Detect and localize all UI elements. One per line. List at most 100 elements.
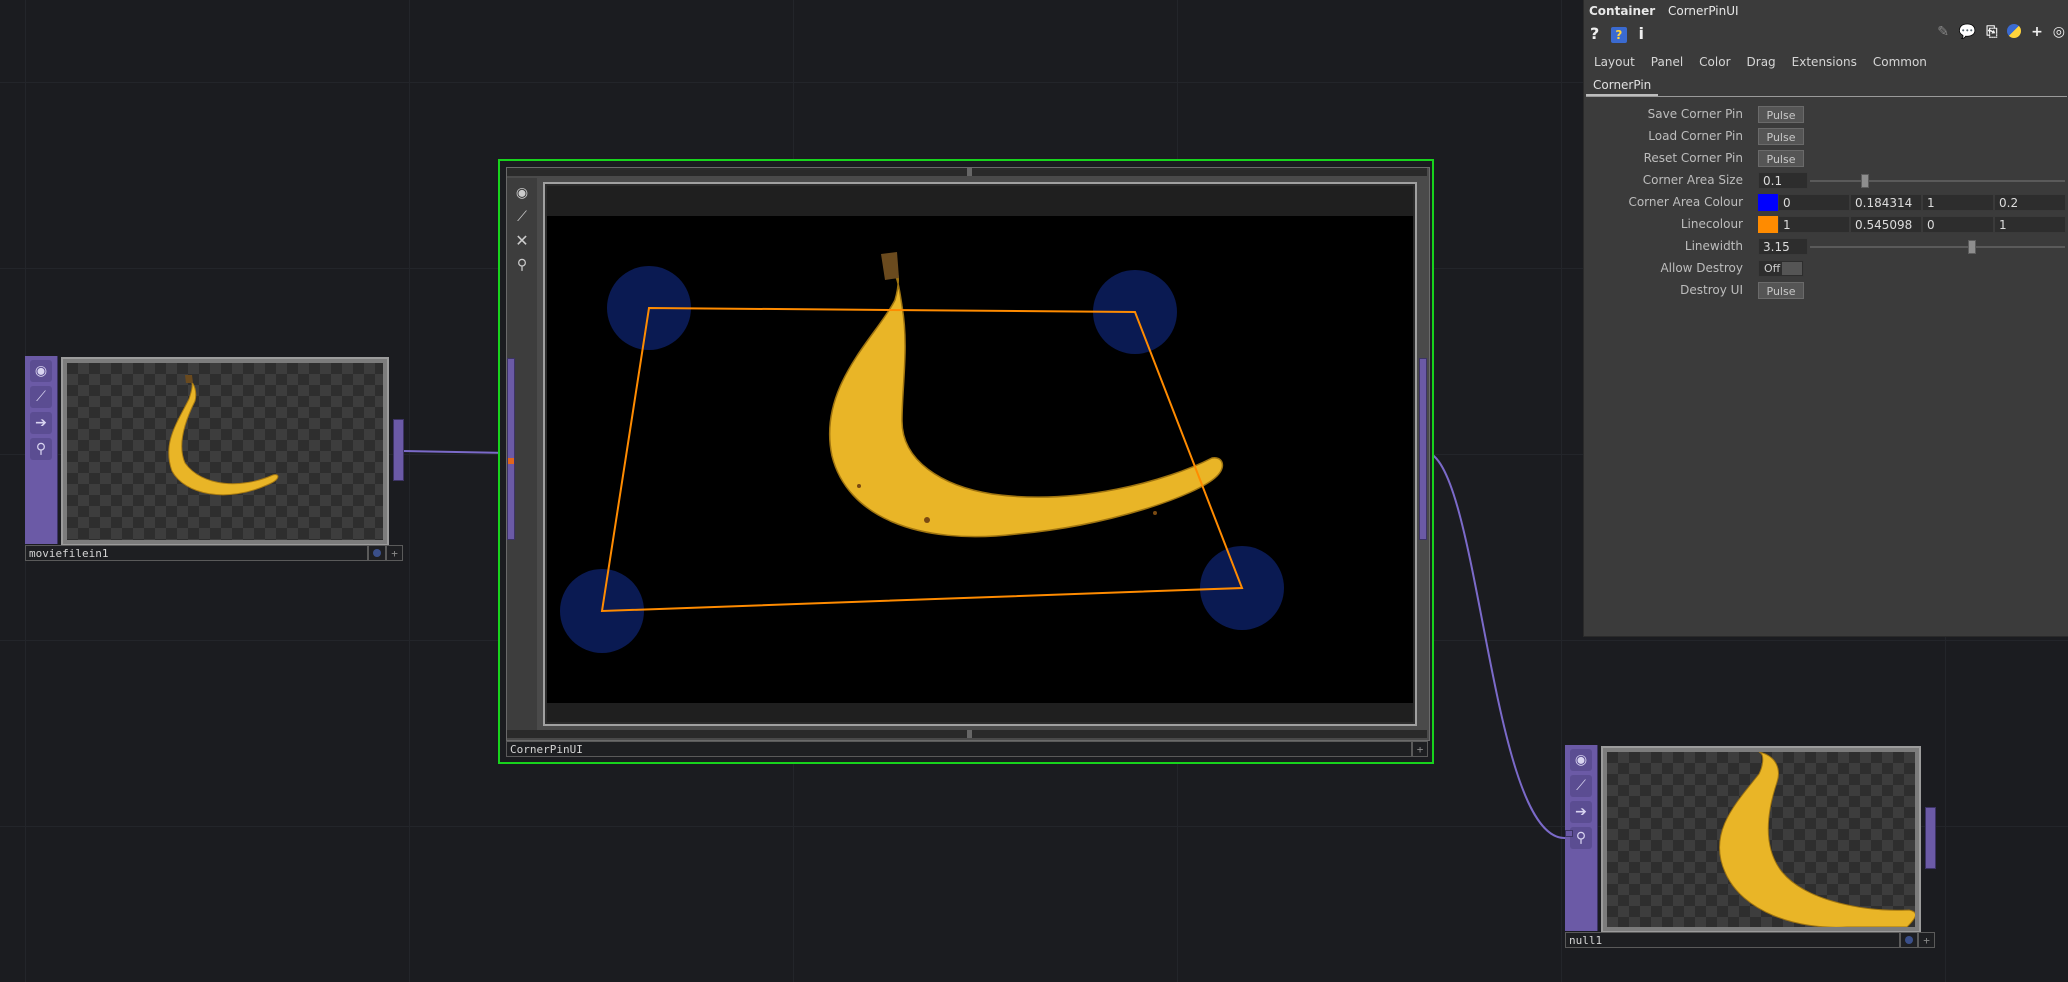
plus-icon: +: [391, 547, 398, 560]
param-allow-destroy: Allow Destroy Off: [1584, 259, 2068, 279]
node-expand[interactable]: +: [386, 545, 403, 561]
viewer-icon[interactable]: ◉: [511, 182, 533, 204]
tab-layout[interactable]: Layout: [1586, 52, 1643, 72]
corner-area-colour-r[interactable]: 0: [1778, 194, 1850, 211]
slider-handle[interactable]: [1968, 240, 1976, 254]
viewer-dot-icon: [373, 549, 381, 557]
help-icon[interactable]: ?: [1590, 24, 1599, 43]
linecolour-g[interactable]: 0.545098: [1850, 216, 1922, 233]
top-scrollbar[interactable]: [507, 168, 1427, 176]
tab-drag[interactable]: Drag: [1739, 52, 1784, 72]
param-corner-area-size: Corner Area Size 0.1: [1584, 171, 2068, 191]
node-name-bar[interactable]: null1: [1565, 932, 1900, 948]
param-label: Allow Destroy: [1660, 261, 1743, 275]
tab-common[interactable]: Common: [1865, 52, 1935, 72]
linecolour-r[interactable]: 1: [1778, 216, 1850, 233]
bypass-icon[interactable]: ⟋: [511, 206, 533, 228]
bypass-icon[interactable]: ⟋: [1570, 775, 1592, 797]
cornerpin-viewport[interactable]: [543, 182, 1417, 726]
param-label: Corner Area Size: [1642, 173, 1743, 187]
corner-area-size-slider[interactable]: [1810, 180, 2065, 182]
node-viewer[interactable]: [1601, 746, 1921, 933]
slider-handle[interactable]: [1861, 174, 1869, 188]
toolbar-right: ✎ 💬 ⎘ + ◎: [1937, 24, 2065, 44]
param-destroy-ui: Destroy UI Pulse: [1584, 281, 2068, 301]
corner-pin-quad: [600, 306, 1244, 613]
node-viewer-toggle[interactable]: [1900, 932, 1918, 948]
corner-area-colour-g[interactable]: 0.184314: [1850, 194, 1922, 211]
viewer-icon[interactable]: ◉: [1570, 749, 1592, 771]
node-name-bar[interactable]: moviefilein1: [25, 545, 368, 561]
corner-area-colour-a[interactable]: 0.2: [1994, 194, 2066, 211]
close-icon[interactable]: ✕: [511, 230, 533, 252]
node-cornerpinui[interactable]: ◉ ⟋ ✕ ⚲ CornerPinUI +: [498, 159, 1434, 764]
node-expand[interactable]: +: [1918, 932, 1935, 948]
python-icon[interactable]: [2007, 24, 2022, 38]
param-label: Linewidth: [1684, 239, 1743, 253]
corner-area-colour-swatch[interactable]: [1758, 194, 1778, 211]
clone-icon[interactable]: ⎘: [1986, 24, 1997, 40]
reset-corner-pin-button[interactable]: Pulse: [1758, 150, 1804, 167]
destroy-ui-button[interactable]: Pulse: [1758, 282, 1804, 299]
save-corner-pin-button[interactable]: Pulse: [1758, 106, 1804, 123]
linecolour-b[interactable]: 0: [1922, 216, 1994, 233]
tab-cornerpin[interactable]: CornerPin: [1586, 76, 1659, 96]
linewidth-field[interactable]: 3.15: [1758, 238, 1808, 255]
tab-panel[interactable]: Panel: [1643, 52, 1691, 72]
input-connector[interactable]: [507, 358, 515, 540]
cook-lock-icon[interactable]: ⚲: [511, 254, 533, 276]
corner-area-size-field[interactable]: 0.1: [1758, 172, 1808, 189]
operator-name[interactable]: CornerPinUI: [1668, 4, 1739, 18]
wire-cornerpin-to-null: [1425, 451, 1566, 840]
param-load-corner-pin: Load Corner Pin Pulse: [1584, 127, 2068, 147]
output-connector[interactable]: [1925, 807, 1936, 869]
output-connector[interactable]: [1419, 358, 1427, 540]
target-icon[interactable]: ◎: [2053, 24, 2065, 40]
corner-area-colour-b[interactable]: 1: [1922, 194, 1994, 211]
viewer-icon[interactable]: ◉: [30, 360, 52, 382]
param-reset-corner-pin: Reset Corner Pin Pulse: [1584, 149, 2068, 169]
cook-lock-icon[interactable]: ⚲: [30, 438, 52, 460]
node-moviefilein1[interactable]: ◉ ⟋ ➔ ⚲ moviefilein1 +: [25, 356, 404, 563]
param-linecolour: Linecolour 1 0.545098 0 1: [1584, 215, 2068, 235]
param-label: Corner Area Colour: [1628, 195, 1743, 209]
node-null1[interactable]: ◉ ⟋ ➔ ⚲ null1 +: [1565, 745, 1936, 950]
letterbox-bottom: [547, 703, 1413, 722]
comment-icon[interactable]: 💬: [1959, 24, 1976, 40]
param-corner-area-colour: Corner Area Colour 0 0.184314 1 0.2: [1584, 193, 2068, 213]
linewidth-slider[interactable]: [1810, 246, 2065, 248]
linecolour-swatch[interactable]: [1758, 216, 1778, 233]
node-expand[interactable]: +: [1412, 741, 1428, 757]
node-viewer-toggle[interactable]: [368, 545, 386, 561]
arrow-right-icon[interactable]: ➔: [1570, 801, 1592, 823]
custom-page-tabs: CornerPin: [1586, 76, 2067, 97]
bottom-scrollbar[interactable]: [507, 730, 1427, 738]
output-connector[interactable]: [393, 419, 404, 481]
input-connector[interactable]: [1565, 830, 1573, 837]
banana-image: [168, 375, 279, 496]
node-operator-strip: ◉ ⟋ ➔ ⚲: [1565, 745, 1598, 931]
node-viewer[interactable]: [61, 357, 389, 546]
add-icon[interactable]: +: [2031, 24, 2043, 40]
plus-icon: +: [1923, 934, 1930, 947]
scroll-handle[interactable]: [967, 730, 972, 738]
linecolour-a[interactable]: 1: [1994, 216, 2066, 233]
node-name-label: moviefilein1: [29, 547, 109, 560]
parameter-panel: Container CornerPinUI ? ? i ✎ 💬 ⎘ + ◎ La…: [1583, 0, 2068, 637]
info-icon[interactable]: i: [1638, 24, 1643, 43]
param-label: Save Corner Pin: [1647, 107, 1743, 121]
toggle-switch: [1782, 262, 1802, 275]
bypass-icon[interactable]: ⟋: [30, 386, 52, 408]
scroll-handle[interactable]: [967, 168, 972, 176]
node-name-bar[interactable]: CornerPinUI: [506, 741, 1412, 757]
tab-color[interactable]: Color: [1691, 52, 1738, 72]
edit-icon[interactable]: ✎: [1937, 24, 1949, 40]
arrow-right-icon[interactable]: ➔: [30, 412, 52, 434]
cook-lock-icon[interactable]: ⚲: [1570, 827, 1592, 849]
viewer-dot-icon: [1905, 936, 1913, 944]
param-label: Destroy UI: [1680, 283, 1743, 297]
python-help-icon[interactable]: ?: [1610, 27, 1627, 43]
allow-destroy-toggle[interactable]: Off: [1758, 260, 1804, 277]
tab-extensions[interactable]: Extensions: [1784, 52, 1865, 72]
load-corner-pin-button[interactable]: Pulse: [1758, 128, 1804, 145]
